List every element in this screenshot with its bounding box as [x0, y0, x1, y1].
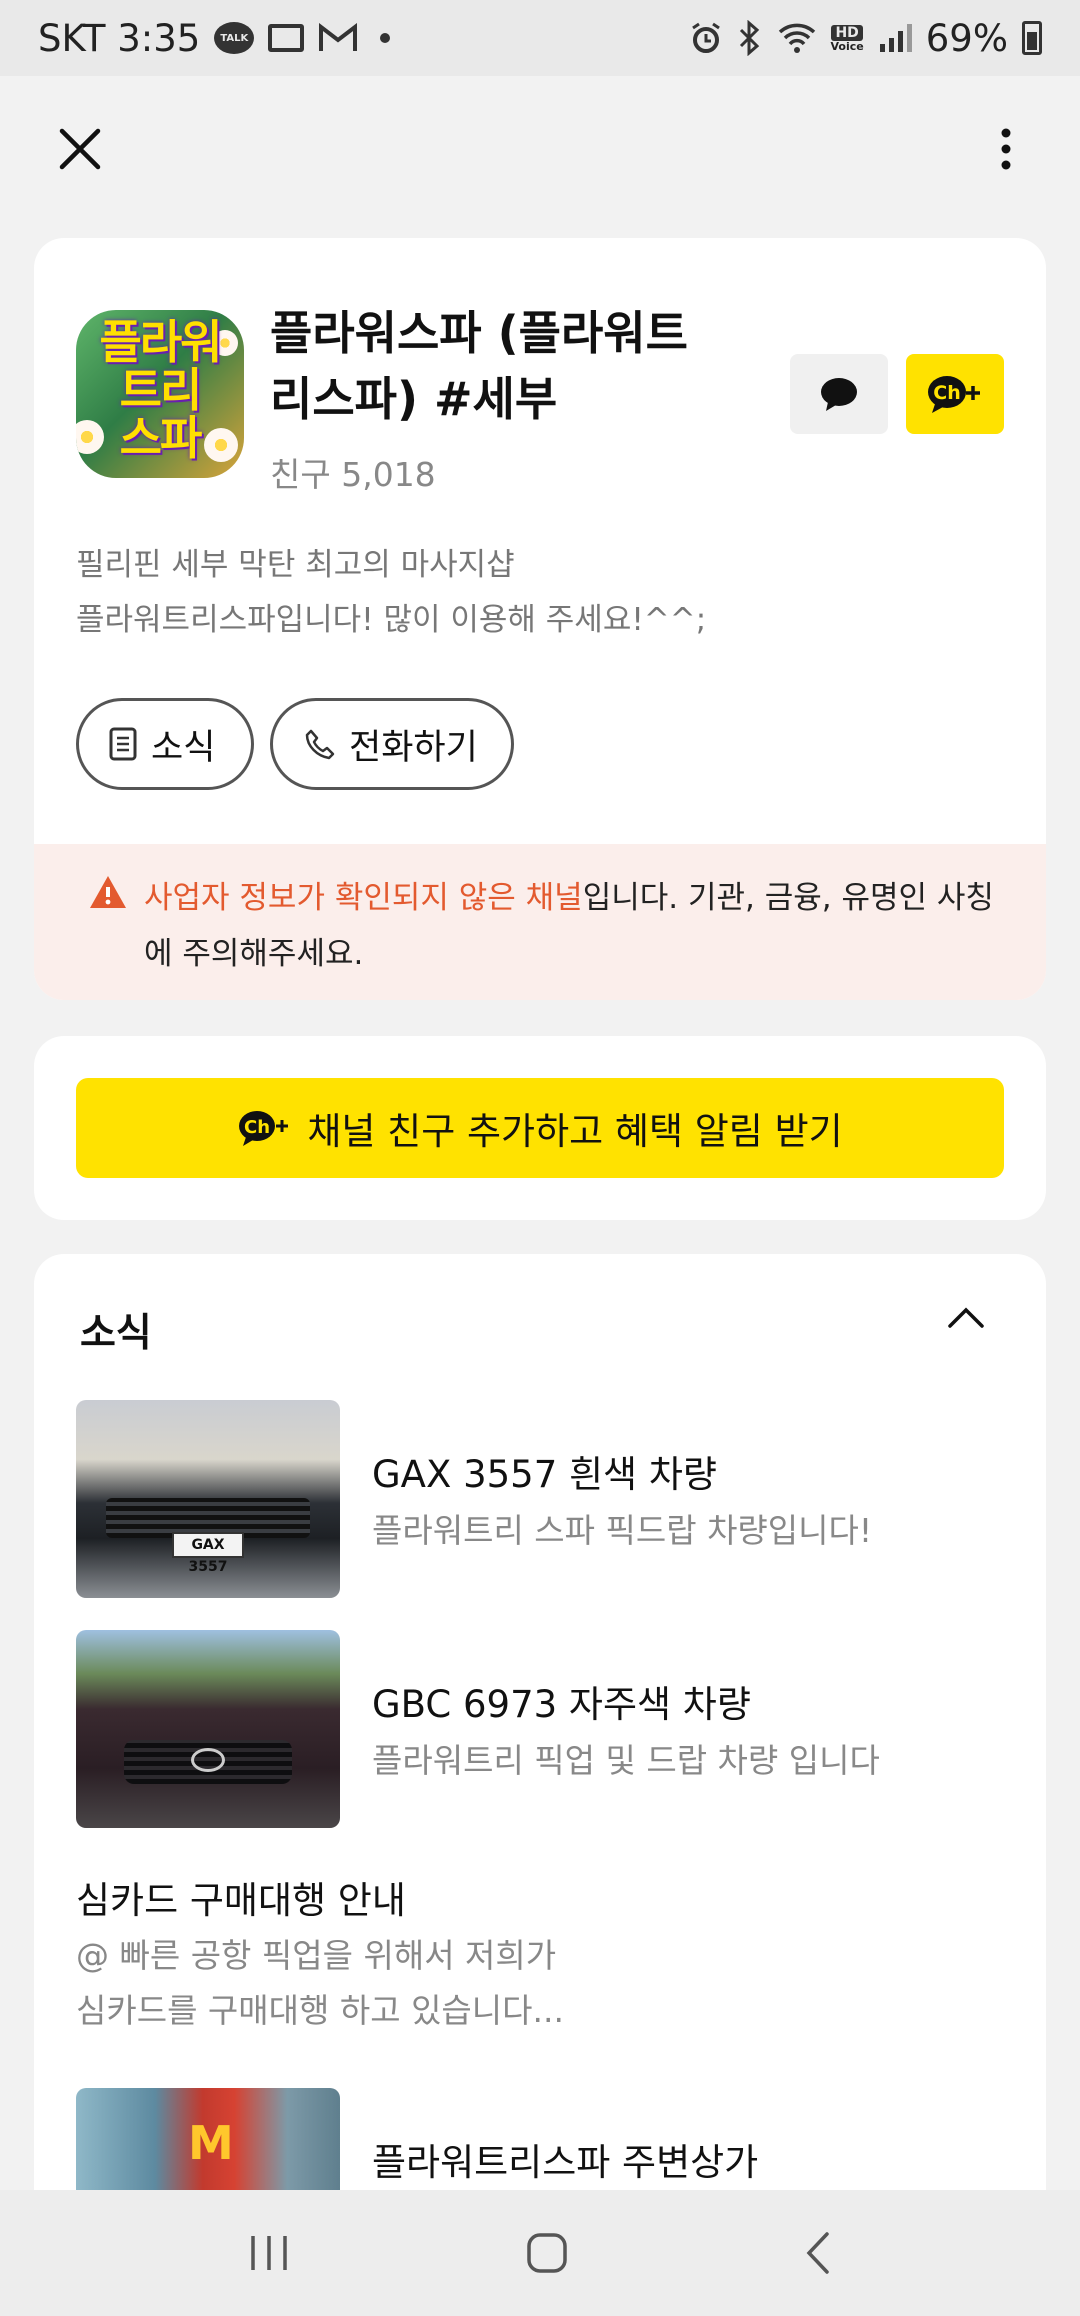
- description-line: 플라워트리스파입니다! 많이 이용해 주세요!^^;: [76, 602, 707, 638]
- more-options-button[interactable]: [976, 119, 1036, 179]
- addch-icon-text: Ch: [933, 382, 960, 404]
- kakaotalk-notification-icon: TALK: [214, 22, 255, 54]
- close-button[interactable]: [50, 119, 110, 179]
- back-icon[interactable]: [803, 2230, 833, 2276]
- cta-icon-text: Ch: [244, 1117, 270, 1138]
- news-item-line: 심카드를 구매대행 하고 있습니다...: [76, 1991, 564, 2030]
- warning-highlight-text: 사업자 정보가 확인되지 않은 채널: [144, 880, 583, 916]
- channel-plus-icon: Ch: [928, 376, 980, 413]
- close-icon: [59, 128, 101, 170]
- cta-label: 채널 친구 추가하고 혜택 알림 받기: [307, 1110, 843, 1153]
- home-icon[interactable]: [525, 2231, 569, 2275]
- gmail-notification-icon: [319, 23, 358, 51]
- friends-count: 친구 5,018: [270, 455, 436, 494]
- channel-name: 플라워스파 (플라워트리스파) #세부: [270, 306, 688, 426]
- bluetooth-icon: [739, 20, 759, 56]
- news-text-item[interactable]: 심카드 구매대행 안내 @ 빠른 공항 픽업을 위해서 저희가 심카드를 구매대…: [76, 1874, 996, 2038]
- add-channel-button[interactable]: Ch: [906, 354, 1004, 434]
- carrier-time: SKT 3:35: [38, 16, 201, 60]
- toyota-emblem: [191, 1748, 225, 1772]
- add-friend-cta-card: Ch 채널 친구 추가하고 혜택 알림 받기: [34, 1036, 1046, 1220]
- description-line: 필리핀 세부 막탄 최고의 마사지샵: [76, 547, 515, 583]
- document-icon: [109, 727, 137, 761]
- golden-arches-sign: M: [188, 2116, 234, 2170]
- system-navigation-bar: [0, 2190, 1080, 2316]
- add-friend-cta-button[interactable]: Ch 채널 친구 추가하고 혜택 알림 받기: [76, 1078, 1004, 1178]
- news-item-title: GBC 6973 자주색 차량: [372, 1683, 751, 1726]
- channel-description: 필리핀 세부 막탄 최고의 마사지샵 플라워트리스파입니다! 많이 이용해 주세…: [76, 538, 996, 648]
- news-item-title: GAX 3557 흰색 차량: [372, 1453, 717, 1496]
- channel-plus-icon: Ch: [239, 1111, 289, 1146]
- channel-logo[interactable]: 플라워 트리 스파: [76, 310, 244, 478]
- status-left: SKT 3:35 TALK: [38, 16, 391, 60]
- purple-van-thumbnail: [76, 1630, 340, 1828]
- news-button[interactable]: 소식: [76, 698, 254, 790]
- news-item-title: 심카드 구매대행 안내: [76, 1879, 406, 1922]
- news-item-title: 플라워트리스파 주변상가: [372, 2141, 759, 2184]
- call-button-label: 전화하기: [349, 727, 478, 768]
- warning-icon: [90, 876, 126, 908]
- chat-bubble-icon: [821, 378, 857, 411]
- news-item[interactable]: GAX 3557 GAX 3557 흰색 차량 플라워트리 스파 픽드랍 차량입…: [76, 1400, 1016, 1598]
- warning-banner: 사업자 정보가 확인되지 않은 채널입니다. 기관, 금융, 유명인 사칭에 주…: [34, 844, 1046, 1000]
- battery-percent: 69%: [925, 16, 1008, 60]
- chevron-up-icon[interactable]: [946, 1304, 986, 1330]
- phone-icon: [305, 729, 335, 760]
- logo-text: 플라워 트리 스파: [99, 315, 223, 465]
- wifi-icon: [778, 23, 815, 53]
- alarm-icon: [691, 22, 720, 53]
- recent-apps-icon[interactable]: [247, 2232, 291, 2274]
- mail-notification-icon: [268, 24, 305, 52]
- channel-profile-card: 플라워 트리 스파 플라워스파 (플라워트리스파) #세부 친구 5,018 C…: [34, 238, 1046, 1000]
- news-item-subtitle: 플라워트리 픽업 및 드랍 차량 입니다: [372, 1741, 880, 1780]
- more-vertical-icon: [1001, 128, 1011, 170]
- news-section: 소식 GAX 3557 GAX 3557 흰색 차량 플라워트리 스파 픽드랍 …: [34, 1254, 1046, 2316]
- top-header: [0, 76, 1080, 222]
- news-item[interactable]: GBC 6973 자주색 차량 플라워트리 픽업 및 드랍 차량 입니다: [76, 1630, 1016, 1828]
- hd-label: HD: [831, 24, 863, 41]
- license-plate: GAX 3557: [172, 1532, 244, 1575]
- status-right: HD Voice 69%: [689, 17, 1042, 60]
- news-button-label: 소식: [151, 727, 216, 768]
- news-section-title: 소식: [80, 1311, 152, 1356]
- voice-label: Voice: [830, 39, 864, 53]
- news-item-subtitle: 플라워트리 스파 픽드랍 차량입니다!: [372, 1511, 873, 1550]
- battery-icon: [1022, 21, 1042, 55]
- news-item-line: @ 빠른 공항 픽업을 위해서 저희가: [76, 1936, 557, 1975]
- signal-icon: [879, 24, 912, 52]
- status-bar: SKT 3:35 TALK HD Voice 69%: [0, 0, 1080, 76]
- white-van-thumbnail: GAX 3557: [76, 1400, 340, 1598]
- hd-voice-icon: HD Voice: [830, 24, 864, 53]
- call-button[interactable]: 전화하기: [270, 698, 514, 790]
- more-notifications-dot: [380, 33, 391, 43]
- chat-button[interactable]: [790, 354, 888, 434]
